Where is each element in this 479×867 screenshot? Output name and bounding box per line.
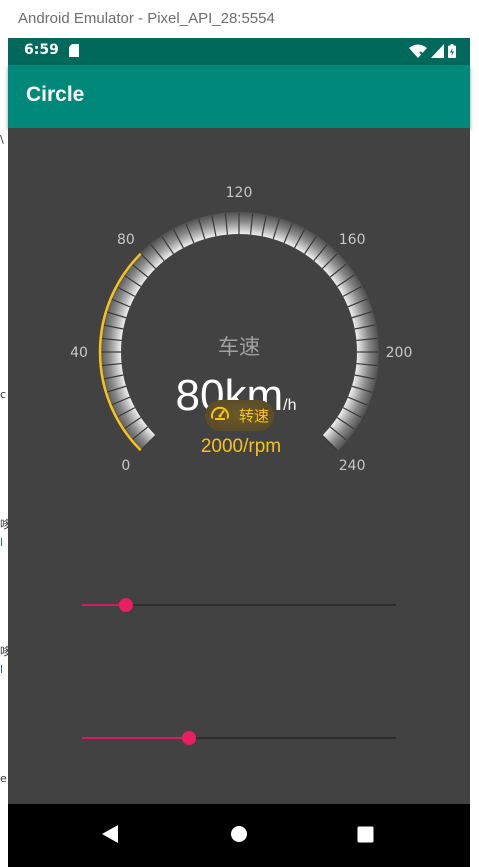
gauge-tick-label: 120: [226, 185, 253, 201]
content-area: 0 40 80 120 160 200 240 车速 80km/h 转速 2000/rpm: [8, 128, 470, 804]
edge-fragment: c: [0, 388, 7, 401]
emulator-screen: 6:59 Circle 0 40 80 120 160 200 240 车速 8…: [8, 38, 470, 867]
edge-fragment: e: [0, 772, 7, 785]
rpm-badge: 转速: [205, 400, 274, 431]
home-icon[interactable]: [230, 825, 248, 843]
rpm-slider[interactable]: [82, 726, 396, 750]
gauge-tick-label: 160: [339, 232, 366, 248]
gauge-tick-label: 0: [121, 458, 130, 474]
speed-slider[interactable]: [82, 593, 396, 617]
wifi-icon: [409, 44, 427, 58]
emulator-window-title: Android Emulator - Pixel_API_28:5554: [8, 0, 470, 38]
gauge-tick-label: 80: [117, 232, 135, 248]
slider-fill: [82, 737, 189, 739]
edge-fragment: l: [0, 536, 4, 549]
slider-thumb[interactable]: [181, 731, 196, 745]
battery-icon: [448, 44, 456, 58]
back-icon[interactable]: [101, 824, 119, 844]
edge-fragment: l: [0, 663, 4, 676]
speed-unit-sub: /h: [283, 397, 296, 414]
sd-card-icon: [69, 44, 79, 57]
slider-thumb[interactable]: [118, 598, 133, 612]
gauge-tick-label: 40: [70, 345, 88, 361]
edge-fragment: 哆: [0, 518, 8, 531]
app-title: Circle: [26, 83, 85, 106]
speedometer-gauge: 04080120160200240 车速 80km/h 转速 2000/rpm: [70, 185, 413, 474]
status-icons: [409, 44, 456, 58]
status-time: 6:59: [24, 42, 59, 58]
navigation-bar: [8, 804, 470, 867]
status-bar: 6:59: [8, 38, 470, 65]
left-edge-clipped-text: \ c 哆 l 哆 l e: [0, 0, 8, 867]
rpm-badge-label: 转速: [239, 407, 269, 425]
recents-icon[interactable]: [357, 826, 374, 843]
rpm-readout: 2000/rpm: [201, 436, 281, 457]
gauge-tick-label: 200: [386, 345, 413, 361]
edge-fragment: \: [0, 133, 4, 146]
gauge-tick-label: 240: [339, 458, 366, 474]
edge-fragment: 哆: [0, 645, 8, 658]
signal-icon: [431, 44, 444, 58]
app-bar: Circle: [8, 65, 470, 128]
gauge-label: 车速: [218, 335, 260, 359]
